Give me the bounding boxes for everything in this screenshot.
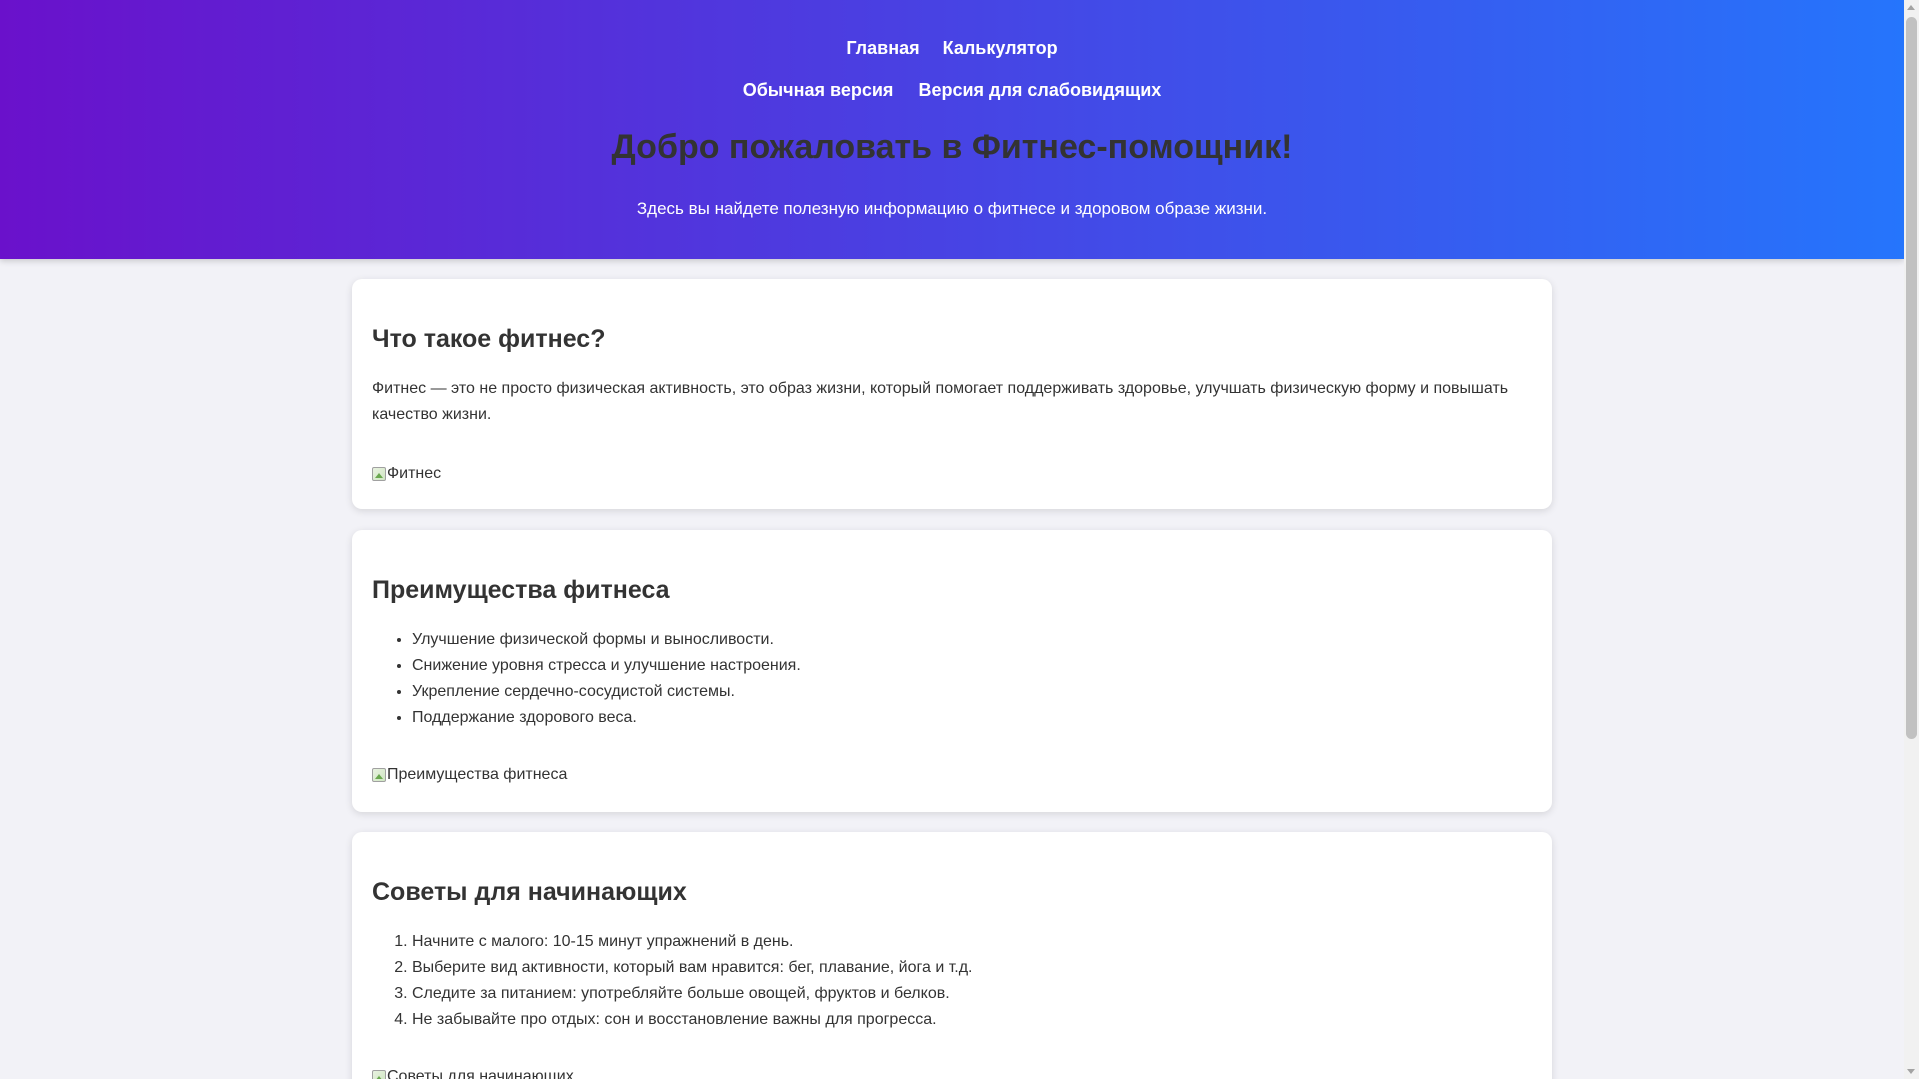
tips-list: Начните с малого: 10-15 минут упражнений…: [372, 929, 973, 1033]
section-what-is-fitness: Что такое фитнес? Фитнес — это не просто…: [352, 279, 1552, 509]
nav-link-home[interactable]: Главная: [846, 38, 919, 59]
image-alt-text: Советы для начинающих: [387, 1068, 574, 1079]
section-title: Что такое фитнес?: [372, 325, 606, 353]
accessible-version-link[interactable]: Версия для слабовидящих: [918, 80, 1161, 101]
page-title: Добро пожаловать в Фитнес-помощник!: [611, 128, 1293, 166]
section-tips: Советы для начинающих Начните с малого: …: [352, 832, 1552, 1079]
broken-image-icon: [372, 467, 386, 481]
tips-image: Советы для начинающих: [372, 1068, 574, 1079]
normal-version-link[interactable]: Обычная версия: [743, 80, 894, 101]
list-item: Выберите вид активности, который вам нра…: [412, 955, 973, 981]
vertical-scrollbar[interactable]: [1904, 0, 1919, 1079]
nav-link-calculator[interactable]: Калькулятор: [943, 38, 1058, 59]
scrollbar-thumb[interactable]: [1906, 17, 1917, 739]
scroll-up-arrow-icon[interactable]: [1907, 5, 1915, 10]
browser-viewport: Главная Калькулятор Обычная версия Верси…: [0, 0, 1919, 1079]
list-item: Поддержание здорового веса.: [412, 705, 801, 731]
list-item: Снижение уровня стресса и улучшение наст…: [412, 653, 801, 679]
section-title: Преимущества фитнеса: [372, 576, 670, 604]
list-item: Следите за питанием: употребляйте больше…: [412, 981, 973, 1007]
page-subtitle: Здесь вы найдете полезную информацию о ф…: [636, 199, 1268, 218]
list-item: Не забывайте про отдых: сон и восстановл…: [412, 1007, 973, 1033]
image-alt-text: Преимущества фитнеса: [387, 766, 568, 783]
broken-image-icon: [372, 768, 386, 782]
list-item: Улучшение физической формы и выносливост…: [412, 627, 801, 653]
section-title: Советы для начинающих: [372, 878, 687, 906]
fitness-image: Фитнес: [372, 465, 441, 483]
hero-header: Главная Калькулятор Обычная версия Верси…: [0, 0, 1904, 259]
page: Главная Калькулятор Обычная версия Верси…: [0, 0, 1904, 1079]
benefits-list: Улучшение физической формы и выносливост…: [372, 627, 801, 731]
version-nav: Обычная версия Версия для слабовидящих: [0, 80, 1904, 101]
image-alt-text: Фитнес: [387, 465, 442, 482]
main-nav: Главная Калькулятор: [0, 38, 1904, 59]
broken-image-icon: [372, 1070, 386, 1079]
list-item: Укрепление сердечно-сосудистой системы.: [412, 679, 801, 705]
list-item: Начните с малого: 10-15 минут упражнений…: [412, 929, 973, 955]
benefits-image: Преимущества фитнеса: [372, 766, 567, 784]
scroll-down-arrow-icon[interactable]: [1907, 1069, 1915, 1074]
section-text: Фитнес — это не просто физическая активн…: [372, 380, 1509, 423]
section-benefits: Преимущества фитнеса Улучшение физическо…: [352, 530, 1552, 812]
